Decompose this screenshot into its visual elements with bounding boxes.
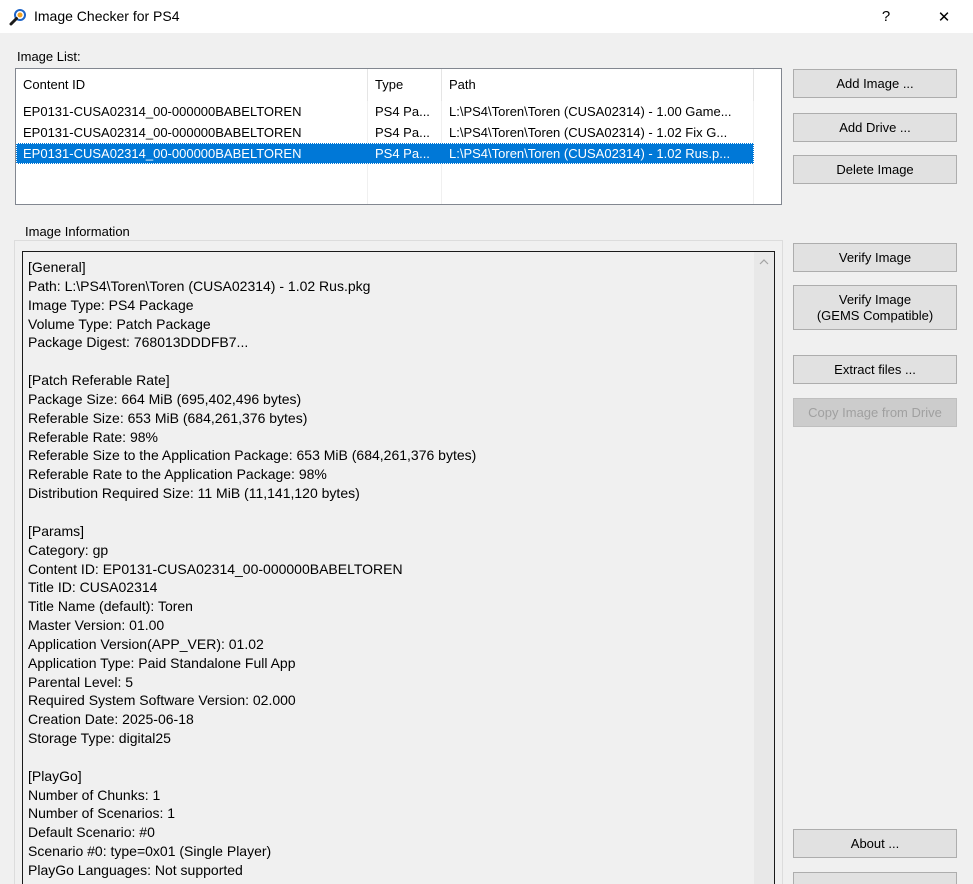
content-id-cell: EP0131-CUSA02314_00-000000BABELTOREN bbox=[23, 146, 302, 161]
scroll-up-icon[interactable] bbox=[754, 252, 774, 272]
type-cell: PS4 Pa... bbox=[375, 104, 430, 119]
verify-image-gems-button[interactable]: Verify Image (GEMS Compatible) bbox=[793, 285, 957, 330]
window-title: Image Checker for PS4 bbox=[34, 8, 180, 24]
image-list[interactable]: Content ID Type Path EP0131-CUSA02314_00… bbox=[15, 68, 782, 205]
verify-image-button[interactable]: Verify Image bbox=[793, 243, 957, 272]
path-cell: L:\PS4\Toren\Toren (CUSA02314) - 1.02 Fi… bbox=[449, 125, 728, 140]
column-header-content-id[interactable]: Content ID bbox=[16, 69, 368, 101]
delete-image-button[interactable]: Delete Image bbox=[793, 155, 957, 184]
magnifier-app-icon bbox=[8, 8, 28, 26]
help-icon: ? bbox=[881, 8, 891, 25]
image-list-row[interactable]: EP0131-CUSA02314_00-000000BABELTOREN PS4… bbox=[16, 122, 754, 143]
image-list-header: Content ID Type Path bbox=[16, 69, 781, 101]
image-information-label: Image Information bbox=[20, 224, 135, 240]
image-list-row-selected[interactable]: EP0131-CUSA02314_00-000000BABELTOREN PS4… bbox=[16, 143, 754, 164]
image-checker-window: Image Checker for PS4 ? ✕ Image List: Co… bbox=[0, 0, 973, 884]
title-bar[interactable]: Image Checker for PS4 ? ✕ bbox=[0, 0, 973, 33]
type-cell: PS4 Pa... bbox=[375, 146, 430, 161]
help-button[interactable]: ? bbox=[864, 0, 908, 33]
close-window-button[interactable]: ✕ bbox=[922, 0, 966, 33]
path-cell: L:\PS4\Toren\Toren (CUSA02314) - 1.02 Ru… bbox=[449, 146, 731, 161]
close-button[interactable] bbox=[793, 872, 957, 884]
path-cell: L:\PS4\Toren\Toren (CUSA02314) - 1.00 Ga… bbox=[449, 104, 732, 119]
column-header-path[interactable]: Path bbox=[442, 69, 754, 101]
vertical-scrollbar[interactable] bbox=[754, 252, 774, 884]
copy-image-from-drive-button[interactable]: Copy Image from Drive bbox=[793, 398, 957, 427]
image-list-label: Image List: bbox=[17, 49, 81, 64]
about-button[interactable]: About ... bbox=[793, 829, 957, 858]
type-cell: PS4 Pa... bbox=[375, 125, 430, 140]
content-id-cell: EP0131-CUSA02314_00-000000BABELTOREN bbox=[23, 104, 302, 119]
close-icon: ✕ bbox=[937, 8, 951, 26]
extract-files-button[interactable]: Extract files ... bbox=[793, 355, 957, 384]
image-information-text: [General] Path: L:\PS4\Toren\Toren (CUSA… bbox=[28, 259, 477, 878]
column-header-type[interactable]: Type bbox=[368, 69, 442, 101]
image-information-textbox[interactable]: [General] Path: L:\PS4\Toren\Toren (CUSA… bbox=[22, 251, 775, 884]
add-image-button[interactable]: Add Image ... bbox=[793, 69, 957, 98]
image-list-row[interactable]: EP0131-CUSA02314_00-000000BABELTOREN PS4… bbox=[16, 101, 754, 122]
content-id-cell: EP0131-CUSA02314_00-000000BABELTOREN bbox=[23, 125, 302, 140]
add-drive-button[interactable]: Add Drive ... bbox=[793, 113, 957, 142]
